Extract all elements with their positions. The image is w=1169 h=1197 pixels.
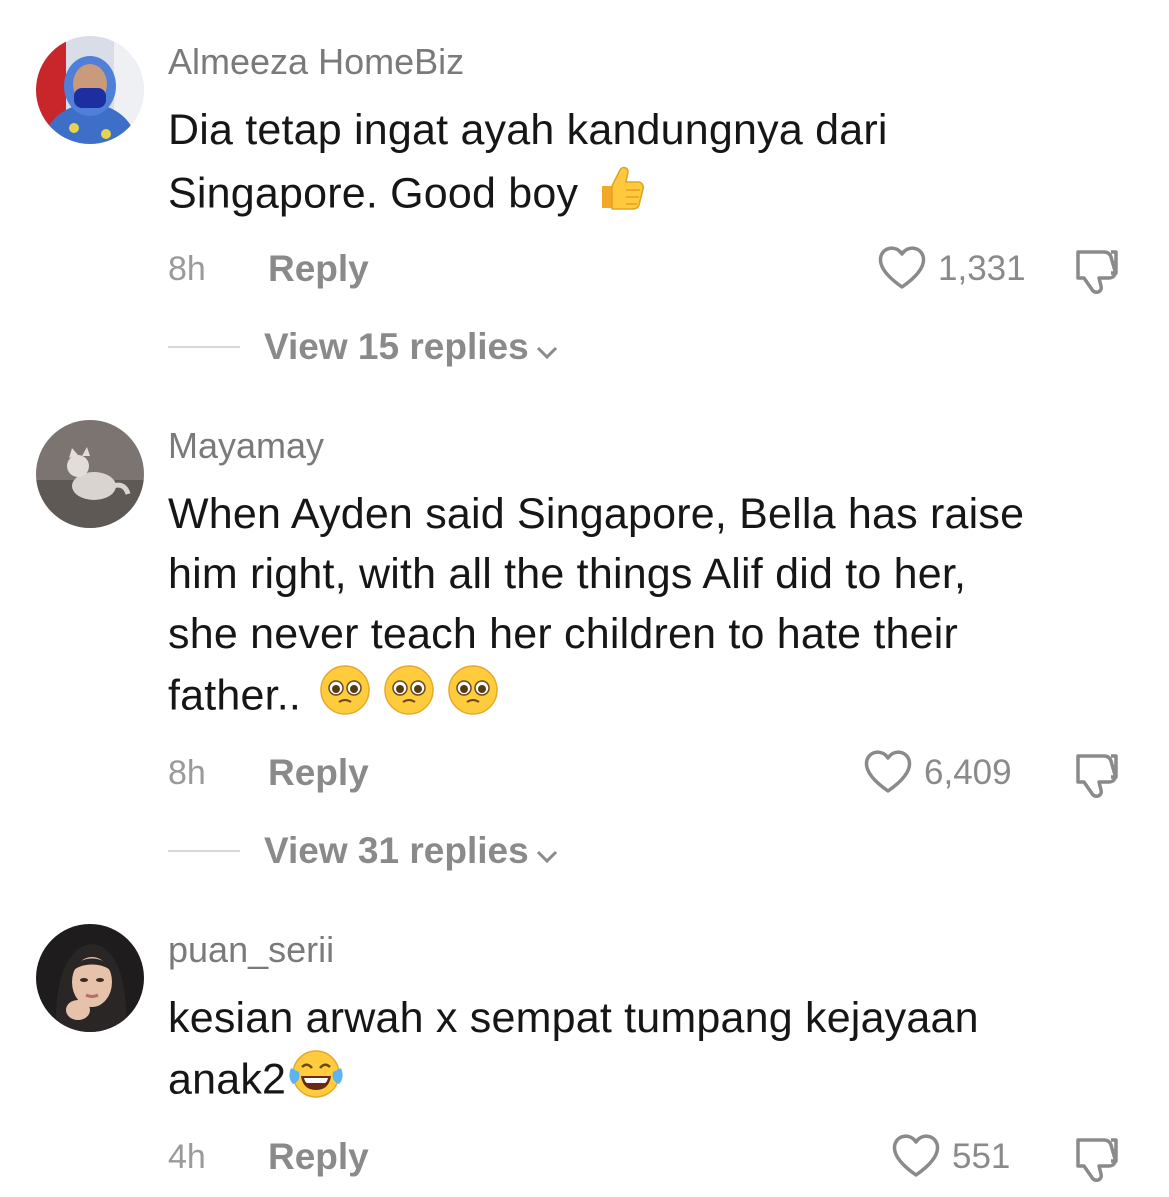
comment-meta: 8h Reply 1,331 xyxy=(168,244,1128,294)
comment-text-fragment: Singapore. Good boy xyxy=(168,169,579,218)
view-replies-button[interactable]: View 15 replies xyxy=(168,322,588,372)
view-replies-label: View 15 replies xyxy=(264,322,559,374)
thumbs-down-outline-icon xyxy=(1072,754,1122,802)
comment-text-line: kesian arwah x sempat tumpang kejayaan xyxy=(168,994,979,1042)
view-replies-label: View 31 replies xyxy=(264,826,559,878)
replies-divider xyxy=(168,346,240,348)
reply-button[interactable]: Reply xyxy=(268,748,369,798)
thumbs-up-emoji-icon xyxy=(592,160,648,232)
comment-text: When Ayden said Singapore, Bella has rai… xyxy=(168,484,1128,732)
comment-text-line: Singapore. Good boy xyxy=(168,160,1128,232)
comment-text-fragment: father.. xyxy=(168,671,302,720)
like-button[interactable]: 1,331 xyxy=(876,244,1026,294)
view-replies-button[interactable]: View 31 replies xyxy=(168,826,588,876)
reply-button[interactable]: Reply xyxy=(268,244,369,294)
avatar[interactable] xyxy=(36,36,144,144)
comment-username[interactable]: puan_serii xyxy=(168,928,334,972)
view-replies-text: View 15 replies xyxy=(264,326,529,367)
comment-text: kesian arwah x sempat tumpang kejayaan a… xyxy=(168,988,1128,1116)
pleading-face-emoji-icon xyxy=(383,664,435,732)
thumbs-down-outline-icon xyxy=(1072,1138,1122,1186)
heart-outline-icon xyxy=(890,1131,942,1184)
like-count: 6,409 xyxy=(924,753,1012,792)
comment-time: 8h xyxy=(168,250,206,288)
reply-button[interactable]: Reply xyxy=(268,1132,369,1182)
comment-text-fragment: anak2 xyxy=(168,1055,287,1104)
chevron-down-icon xyxy=(535,828,559,878)
like-count: 551 xyxy=(952,1137,1011,1176)
comment-time: 4h xyxy=(168,1138,206,1176)
comment-time: 8h xyxy=(168,754,206,792)
comment-meta: 4h Reply 551 xyxy=(168,1132,1128,1182)
comment-text-line: she never teach her children to hate the… xyxy=(168,610,959,658)
comment-text-line: him right, with all the things Alif did … xyxy=(168,550,967,598)
like-button[interactable]: 551 xyxy=(890,1132,1010,1182)
view-replies-text: View 31 replies xyxy=(264,830,529,871)
avatar[interactable] xyxy=(36,924,144,1032)
comment-username[interactable]: Almeeza HomeBiz xyxy=(168,40,464,84)
replies-divider xyxy=(168,850,240,852)
pleading-face-emoji-icon xyxy=(319,664,371,732)
dislike-button[interactable] xyxy=(1072,748,1122,798)
comment-text: Dia tetap ingat ayah kandungnya dari Sin… xyxy=(168,100,1128,232)
comment-text-line: anak2 xyxy=(168,1048,1128,1116)
heart-outline-icon xyxy=(862,747,914,800)
chevron-down-icon xyxy=(535,324,559,374)
like-button[interactable]: 6,409 xyxy=(862,748,1012,798)
tears-of-joy-emoji-icon xyxy=(288,1048,344,1116)
comment-text-line: Dia tetap ingat ayah kandungnya dari xyxy=(168,106,888,154)
avatar[interactable] xyxy=(36,420,144,528)
heart-outline-icon xyxy=(876,243,928,296)
dislike-button[interactable] xyxy=(1072,244,1122,294)
thumbs-down-outline-icon xyxy=(1072,250,1122,298)
comment-meta: 8h Reply 6,409 xyxy=(168,748,1128,798)
pleading-face-emoji-icon xyxy=(447,664,499,732)
comment-text-line: When Ayden said Singapore, Bella has rai… xyxy=(168,490,1025,538)
comment-username[interactable]: Mayamay xyxy=(168,424,324,468)
dislike-button[interactable] xyxy=(1072,1132,1122,1182)
like-count: 1,331 xyxy=(938,249,1026,288)
comment-text-line: father.. xyxy=(168,664,1128,732)
